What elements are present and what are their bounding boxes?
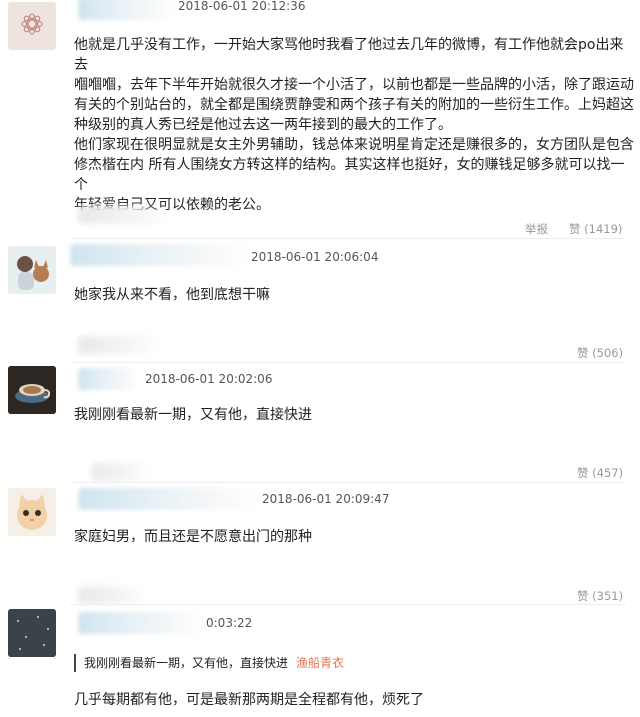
avatar[interactable] [8, 246, 56, 294]
comment-text: 我刚刚看最新一期，又有他，直接快进 [74, 407, 312, 423]
like-label: 赞 [569, 222, 581, 236]
blurred-reply-preview [78, 206, 168, 224]
like-count: (457) [592, 466, 624, 480]
like-button[interactable]: 赞 (1419) [569, 221, 622, 237]
comment-timestamp: 2018-06-01 20:02:06 [145, 372, 273, 386]
like-button[interactable]: 赞 (351) [577, 588, 623, 604]
comment-text: 她家我从来不看，他到底想干嘛 [74, 287, 270, 303]
divider [70, 362, 626, 363]
comment-text: 他就是几乎没有工作，一开始大家骂他时我看了他过去几年的微博，有工作他就会po出来… [74, 37, 634, 213]
avatar[interactable] [8, 609, 56, 657]
blurred-reply-preview [92, 463, 150, 481]
like-count: (506) [592, 346, 624, 360]
divider [70, 482, 626, 483]
comment-text: 家庭妇男，而且还是不愿意出门的那种 [74, 529, 312, 545]
comment-timestamp: 2018-06-01 20:12:36 [178, 0, 306, 13]
like-label: 赞 [577, 589, 589, 603]
quoted-username-link[interactable]: 渔船青衣 [296, 656, 344, 670]
coffee-cup-avatar-icon [8, 366, 56, 414]
username-blurred[interactable] [78, 612, 206, 634]
blurred-reply-preview [78, 586, 148, 604]
username-blurred[interactable] [70, 244, 250, 266]
avatar[interactable] [8, 2, 56, 50]
like-count: (1419) [584, 222, 623, 236]
flower-avatar-icon [8, 2, 56, 50]
cat-avatar-icon [8, 488, 56, 536]
username-blurred[interactable] [78, 368, 140, 390]
report-link[interactable]: 举报 [525, 221, 548, 237]
username-blurred[interactable] [78, 0, 173, 20]
divider [70, 604, 626, 605]
quoted-comment: 我刚刚看最新一期，又有他，直接快进 渔船青衣 [74, 654, 504, 672]
blurred-reply-preview [78, 336, 158, 354]
night-sky-avatar-icon [8, 609, 56, 657]
comment-timestamp: 2018-06-01 20:06:04 [251, 250, 379, 264]
avatar[interactable] [8, 366, 56, 414]
like-button[interactable]: 赞 (506) [577, 345, 623, 361]
like-label: 赞 [577, 346, 589, 360]
username-blurred[interactable] [78, 488, 258, 510]
girl-with-cat-avatar-icon [8, 246, 56, 294]
comment-timestamp: 2018-06-01 20:09:47 [262, 492, 390, 506]
like-button[interactable]: 赞 (457) [577, 465, 623, 481]
like-label: 赞 [577, 466, 589, 480]
comment-text: 几乎每期都有他，可是最新那两期是全程都有他，烦死了 [74, 692, 424, 708]
like-count: (351) [592, 589, 624, 603]
divider [70, 238, 626, 239]
quoted-text: 我刚刚看最新一期，又有他，直接快进 [84, 656, 289, 670]
comment-timestamp: 0:03:22 [206, 616, 253, 630]
avatar[interactable] [8, 488, 56, 536]
